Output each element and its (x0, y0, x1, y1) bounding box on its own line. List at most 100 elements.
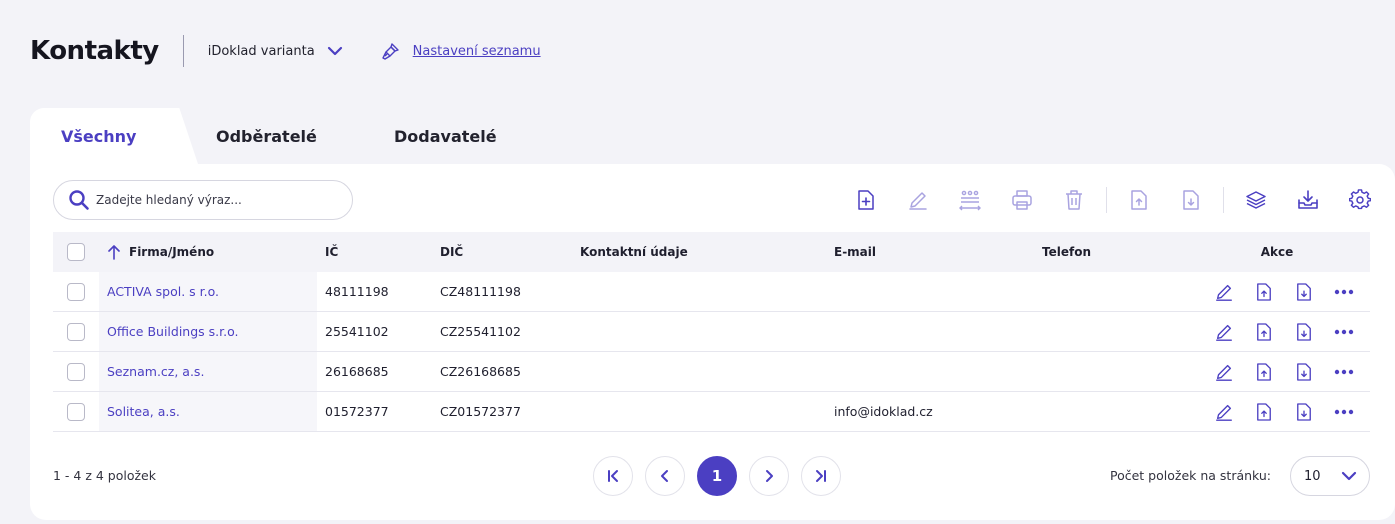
delete-icon (1066, 190, 1082, 210)
search-input[interactable] (96, 193, 336, 207)
table-row[interactable]: Office Buildings s.r.o. 25541102 CZ2554110… (53, 312, 1370, 352)
table-row[interactable]: Seznam.cz, a.s. 26168685 CZ26168685 (53, 352, 1370, 392)
tab-all[interactable]: Všechny (30, 108, 180, 164)
tab-customers[interactable]: Odběratelé (184, 108, 362, 164)
contact-tabs: Všechny Odběratelé Dodavatelé (30, 108, 529, 164)
export-button[interactable] (1113, 184, 1165, 216)
layers-button[interactable] (1230, 184, 1282, 216)
last-page-button[interactable] (801, 456, 841, 496)
first-page-button[interactable] (593, 456, 633, 496)
column-header-phone[interactable]: Telefon (1034, 245, 1184, 259)
table-settings-button[interactable] (1334, 184, 1386, 216)
row-checkbox[interactable] (67, 402, 85, 421)
brush-icon (381, 43, 399, 60)
contacts-table: Firma/Jméno IČ DIČ Kontaktní údaje E-mai… (53, 232, 1370, 432)
row-export-button[interactable] (1244, 316, 1284, 348)
row-more-button[interactable] (1324, 356, 1364, 388)
pagination: 1 (593, 456, 853, 496)
layers-icon (1246, 191, 1266, 209)
row-actions (1184, 316, 1370, 348)
contact-name-link[interactable]: Office Buildings s.r.o. (99, 312, 317, 351)
new-document-icon (858, 190, 874, 210)
row-edit-button[interactable] (1204, 316, 1244, 348)
column-header-ic[interactable]: IČ (317, 245, 432, 259)
row-checkbox[interactable] (67, 322, 85, 341)
page-button-current[interactable]: 1 (697, 456, 737, 496)
row-select-cell (53, 402, 99, 421)
row-select-cell (53, 282, 99, 301)
sort-arrow-up-icon (108, 245, 120, 260)
export-icon (1257, 282, 1271, 301)
row-import-button[interactable] (1284, 316, 1324, 348)
column-header-name[interactable]: Firma/Jméno (99, 232, 317, 272)
page-header: Kontakty iDoklad varianta Nastavení sezn… (30, 30, 541, 72)
more-icon (1334, 329, 1354, 334)
row-import-button[interactable] (1284, 356, 1324, 388)
row-import-button[interactable] (1284, 396, 1324, 428)
import-button[interactable] (1165, 184, 1217, 216)
column-header-dic[interactable]: DIČ (432, 245, 572, 259)
row-more-button[interactable] (1324, 316, 1364, 348)
contacts-panel: Firma/Jméno IČ DIČ Kontaktní údaje E-mai… (30, 164, 1395, 520)
last-page-icon (816, 470, 826, 482)
row-export-button[interactable] (1244, 276, 1284, 308)
more-icon (1334, 409, 1354, 414)
column-header-name-label: Firma/Jméno (129, 245, 215, 259)
export-icon (1131, 190, 1147, 210)
search-box[interactable] (53, 180, 353, 220)
table-row[interactable]: ACTIVA spol. s r.o. 48111198 CZ48111198 (53, 272, 1370, 312)
column-header-contact[interactable]: Kontaktní údaje (572, 245, 826, 259)
column-header-email[interactable]: E-mail (826, 245, 1034, 259)
download-button[interactable] (1282, 184, 1334, 216)
row-more-button[interactable] (1324, 276, 1364, 308)
row-actions (1184, 276, 1370, 308)
export-icon (1257, 362, 1271, 381)
print-button[interactable] (996, 184, 1048, 216)
list-settings-label: Nastavení seznamu (412, 43, 541, 59)
next-page-button[interactable] (749, 456, 789, 496)
row-edit-button[interactable] (1204, 396, 1244, 428)
per-page-select[interactable]: 10 (1290, 456, 1370, 496)
tab-suppliers[interactable]: Dodavatelé (362, 108, 529, 164)
row-import-button[interactable] (1284, 276, 1324, 308)
export-icon (1257, 322, 1271, 341)
contact-name-link[interactable]: ACTIVA spol. s r.o. (99, 272, 317, 311)
row-more-button[interactable] (1324, 396, 1364, 428)
import-icon (1297, 282, 1311, 301)
chevron-right-icon (766, 470, 773, 482)
table-row[interactable]: Solitea, a.s. 01572377 CZ01572377 info@idok… (53, 392, 1370, 432)
list-settings-link[interactable]: Nastavení seznamu (381, 41, 541, 61)
variant-label: iDoklad varianta (207, 43, 315, 59)
delete-button[interactable] (1048, 184, 1100, 216)
toolbar-divider (1223, 187, 1224, 213)
row-checkbox[interactable] (67, 282, 85, 301)
contact-name-link[interactable]: Seznam.cz, a.s. (99, 352, 317, 391)
select-all-cell (53, 243, 99, 261)
new-contact-button[interactable] (840, 184, 892, 216)
chevron-down-icon (327, 46, 342, 56)
bulk-action-button[interactable] (944, 184, 996, 216)
variant-dropdown[interactable]: iDoklad varianta (208, 44, 343, 59)
export-icon (1257, 402, 1271, 421)
contact-name-link[interactable]: Solitea, a.s. (99, 392, 317, 431)
row-select-cell (53, 322, 99, 341)
row-export-button[interactable] (1244, 396, 1284, 428)
previous-page-button[interactable] (645, 456, 685, 496)
row-edit-button[interactable] (1204, 356, 1244, 388)
cell-dic: CZ25541102 (440, 324, 521, 339)
tab-customers-label: Odběratelé (216, 126, 317, 146)
per-page-label: Počet položek na stránku: (1110, 468, 1272, 483)
bulk-action-icon (959, 190, 981, 211)
edit-icon (1216, 364, 1232, 381)
print-icon (1012, 190, 1032, 210)
header-divider (182, 35, 184, 67)
select-all-checkbox[interactable] (67, 243, 85, 261)
row-export-button[interactable] (1244, 356, 1284, 388)
cell-ic: 48111198 (325, 284, 389, 299)
more-icon (1334, 369, 1354, 374)
row-select-cell (53, 362, 99, 381)
edit-button[interactable] (892, 184, 944, 216)
item-count: 1 - 4 z 4 položek (53, 468, 156, 483)
row-checkbox[interactable] (67, 362, 85, 381)
row-edit-button[interactable] (1204, 276, 1244, 308)
